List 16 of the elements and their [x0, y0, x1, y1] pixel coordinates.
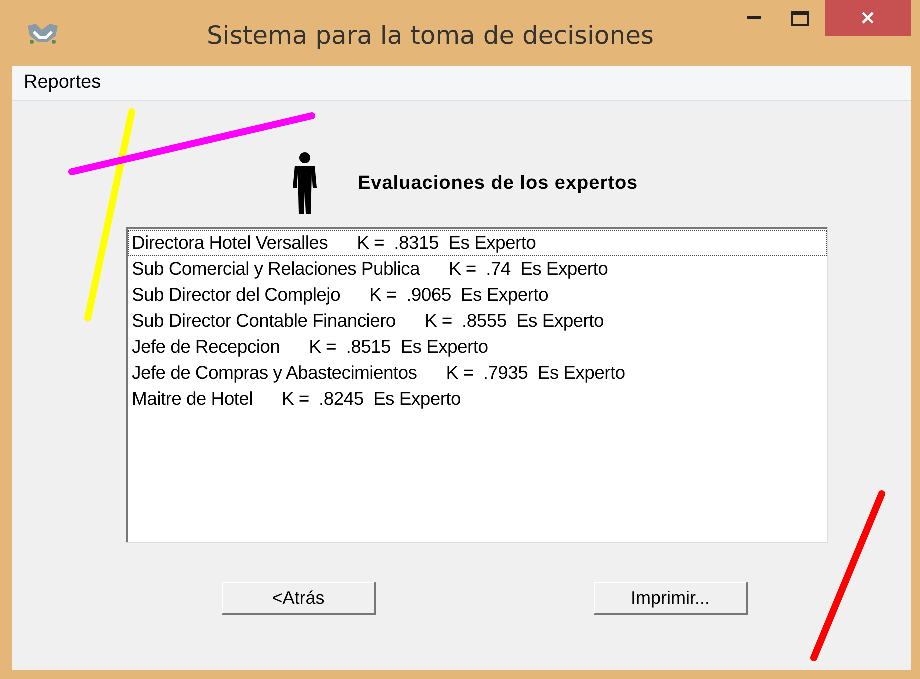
menu-item[interactable]: Reportes — [12, 72, 112, 94]
list-item[interactable]: Jefe de Compras y Abastecimientos K = .7935 Es Experto — [128, 360, 827, 386]
push-button[interactable]: <Atrás — [222, 582, 376, 615]
list-item[interactable]: Jefe de Recepcion K = .8515 Es Experto — [128, 334, 827, 360]
push-button[interactable]: Imprimir... — [594, 582, 748, 615]
list-item[interactable]: Sub Director Contable Financiero K = .8555 Es Experto — [128, 308, 827, 334]
close-icon — [861, 11, 875, 25]
person-icon — [292, 152, 318, 216]
section-heading: Evaluaciones de los expertos — [358, 173, 638, 195]
list-item[interactable]: Maitre de Hotel K = .8245 Es Experto — [128, 386, 827, 412]
minimize-icon — [747, 16, 761, 20]
window-title: Sistema para la toma de decisiones — [206, 20, 655, 50]
list-item[interactable]: Directora Hotel Versalles K = .8315 Es Experto — [128, 230, 827, 256]
list-item[interactable]: Sub Director del Complejo K = .9065 Es Experto — [128, 282, 827, 308]
maximize-icon — [791, 10, 809, 26]
list-item[interactable]: Sub Comercial y Relaciones Publica K = .74 Es Experto — [128, 256, 827, 282]
